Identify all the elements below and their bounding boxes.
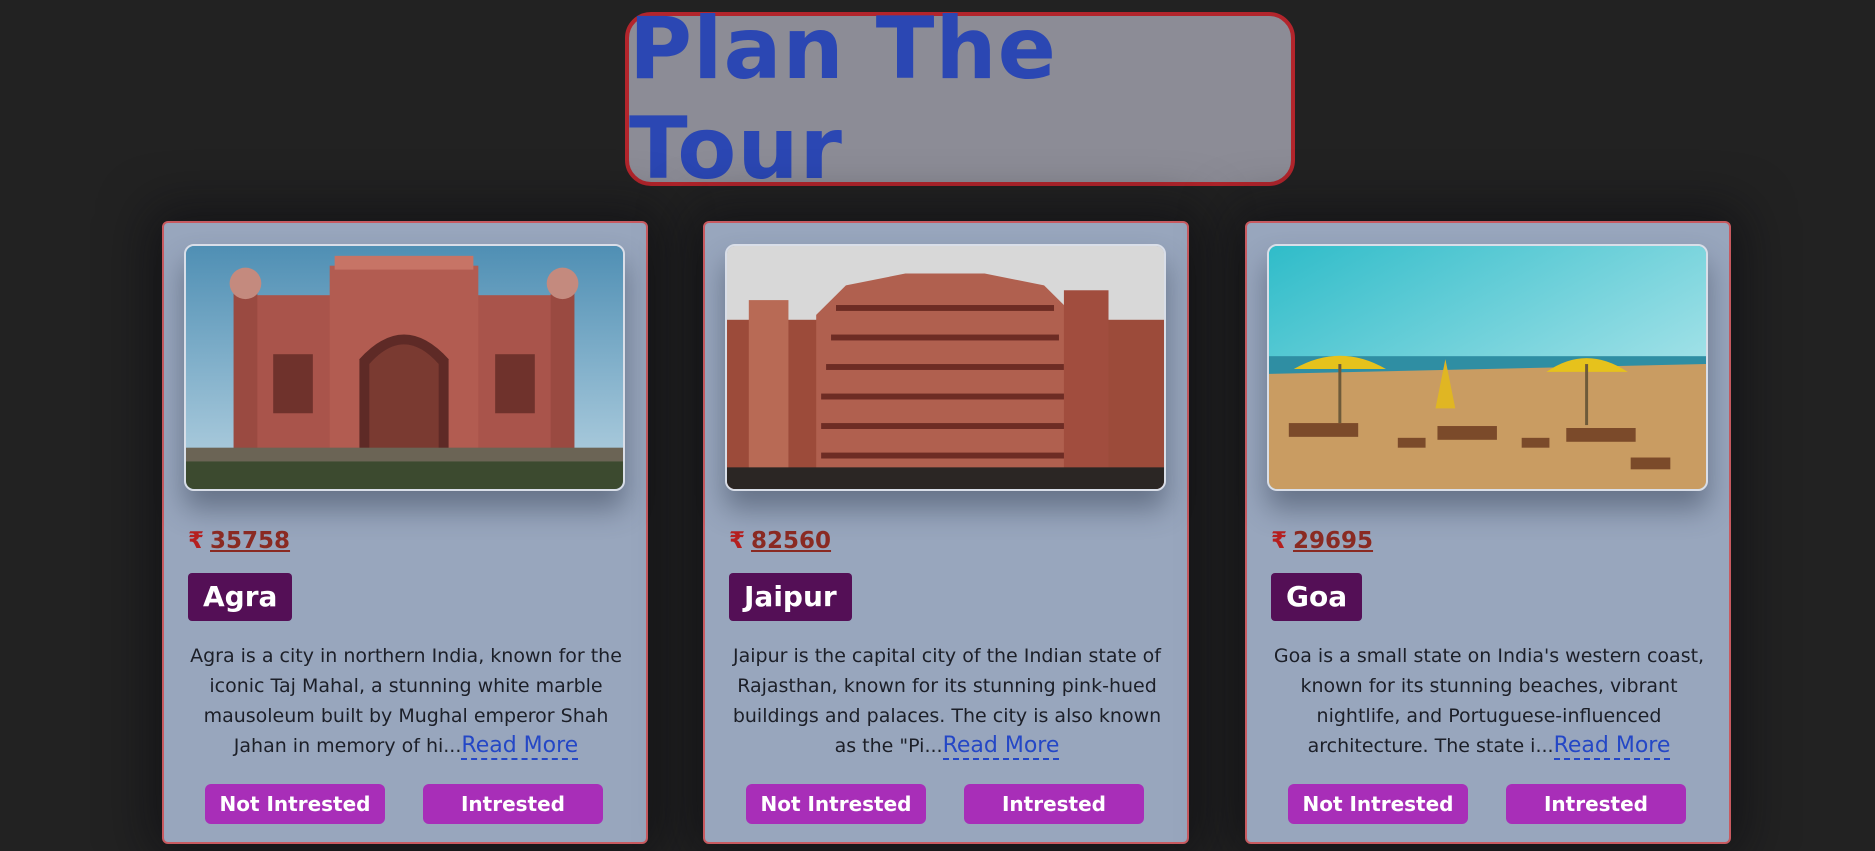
not-interested-button[interactable]: Not Intrested	[205, 784, 385, 824]
page-title: Plan The Tour	[629, 0, 1057, 199]
price-amount[interactable]: 29695	[1293, 528, 1373, 554]
interested-button[interactable]: Intrested	[1506, 784, 1686, 824]
read-more-link[interactable]: Read More	[1553, 733, 1671, 760]
city-badge: Agra	[188, 573, 293, 621]
price-amount[interactable]: 82560	[751, 528, 831, 554]
interested-button[interactable]: Intrested	[423, 784, 603, 824]
rupee-icon: ₹	[729, 528, 746, 554]
tour-card-jaipur: ₹ 82560 Jaipur Jaipur is the capital cit…	[703, 221, 1189, 844]
agra-monument-image	[184, 244, 625, 491]
not-interested-button[interactable]: Not Intrested	[746, 784, 926, 824]
title-banner: Plan The Tour	[625, 0, 1295, 199]
rupee-icon: ₹	[188, 528, 205, 554]
price-label: ₹ 35758	[188, 528, 290, 554]
read-more-link[interactable]: Read More	[461, 733, 579, 760]
description: Goa is a small state on India's western …	[1267, 641, 1711, 761]
price-amount[interactable]: 35758	[210, 528, 290, 554]
city-badge: Jaipur	[729, 573, 852, 621]
rupee-icon: ₹	[1271, 528, 1288, 554]
jaipur-palace-image	[725, 244, 1166, 491]
tour-card-agra: ₹ 35758 Agra Agra is a city in northern …	[162, 221, 648, 844]
city-badge: Goa	[1271, 573, 1363, 621]
read-more-link[interactable]: Read More	[942, 733, 1060, 760]
description: Agra is a city in northern India, known …	[184, 641, 628, 761]
description: Jaipur is the capital city of the Indian…	[725, 641, 1169, 761]
goa-beach-image	[1267, 244, 1708, 491]
tour-card-goa: ₹ 29695 Goa Goa is a small state on Indi…	[1245, 221, 1731, 844]
price-label: ₹ 29695	[1271, 528, 1373, 554]
not-interested-button[interactable]: Not Intrested	[1288, 784, 1468, 824]
interested-button[interactable]: Intrested	[964, 784, 1144, 824]
price-label: ₹ 82560	[729, 528, 831, 554]
